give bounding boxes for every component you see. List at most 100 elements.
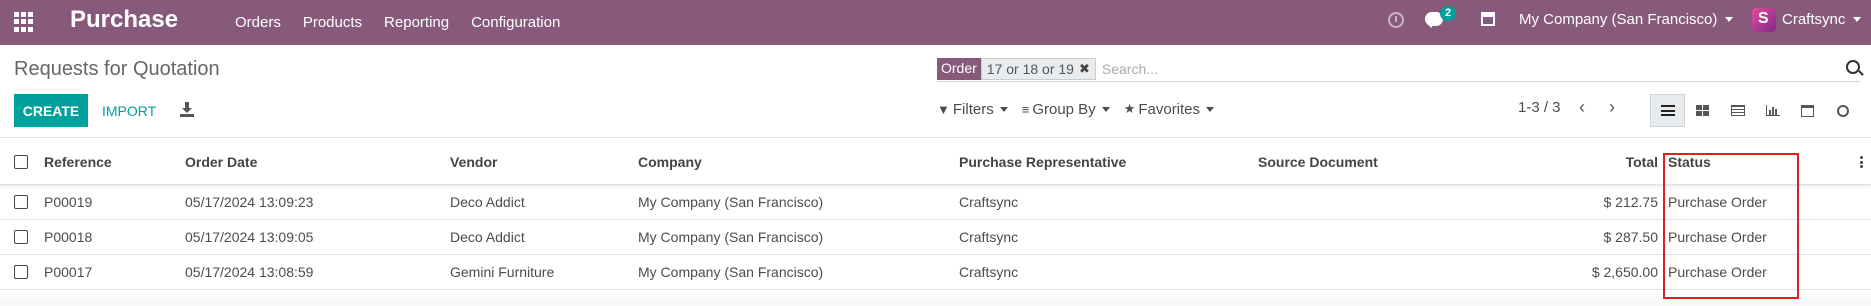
cell-status: Purchase Order [1668, 229, 1767, 245]
company-switcher[interactable]: My Company (San Francisco) [1519, 0, 1734, 39]
search-icon[interactable] [1846, 60, 1860, 74]
facet-value-text: 17 or 18 or 19 [986, 60, 1074, 77]
search-bar: Order 17 or 18 or 19 ✖ [937, 56, 1860, 82]
column-reference[interactable]: Reference [44, 139, 112, 184]
cell-total: $ 212.75 [1603, 194, 1659, 210]
pager-next-icon[interactable]: › [1609, 98, 1623, 116]
table-row[interactable]: P00017 05/17/2024 13:08:59 Gemini Furnit… [0, 255, 1871, 290]
column-source-document[interactable]: Source Document [1258, 139, 1378, 184]
activity-view-button[interactable] [1825, 94, 1860, 127]
cell-company: My Company (San Francisco) [638, 194, 824, 210]
cell-vendor: Deco Addict [450, 229, 525, 245]
breadcrumb: Requests for Quotation [14, 58, 220, 80]
bars-icon: ≡ [1021, 101, 1030, 117]
company-name: My Company (San Francisco) [1519, 11, 1718, 28]
table-row[interactable]: P00019 05/17/2024 13:09:23 Deco Addict M… [0, 185, 1871, 220]
view-switcher [1650, 94, 1860, 127]
groupby-label: Group By [1032, 100, 1096, 118]
top-navbar: Purchase Orders Products Reporting Confi… [0, 0, 1871, 45]
user-name: Craftsync [1782, 11, 1846, 28]
row-checkbox[interactable] [14, 230, 28, 244]
caret-down-icon [1853, 17, 1862, 22]
activity-clock-icon[interactable] [1388, 12, 1404, 28]
search-input[interactable] [1101, 60, 1802, 77]
pager-value[interactable]: 1-3 / 3 [1518, 99, 1561, 116]
control-panel: Requests for Quotation CREATE IMPORT Ord… [0, 45, 1871, 138]
cell-order-date: 05/17/2024 13:09:05 [185, 229, 314, 245]
download-icon[interactable] [180, 102, 194, 118]
cell-company: My Company (San Francisco) [638, 229, 824, 245]
favorites-label: Favorites [1138, 100, 1201, 118]
filters-dropdown[interactable]: ▼ Filters [937, 101, 1008, 118]
pivot-view-button[interactable] [1720, 94, 1755, 127]
row-checkbox[interactable] [14, 265, 28, 279]
apps-menu-icon[interactable] [14, 12, 34, 32]
column-company[interactable]: Company [638, 139, 702, 184]
cell-vendor: Gemini Furniture [450, 264, 555, 280]
column-purchase-rep[interactable]: Purchase Representative [959, 139, 1126, 184]
facet-value: 17 or 18 or 19 ✖ [980, 57, 1096, 80]
table-row[interactable]: P00018 05/17/2024 13:09:05 Deco Addict M… [0, 220, 1871, 255]
import-button[interactable]: IMPORT [94, 94, 164, 127]
cell-order-date: 05/17/2024 13:09:23 [185, 194, 314, 210]
cell-reference: P00019 [44, 194, 93, 210]
record-list: Reference Order Date Vendor Company Purc… [0, 139, 1871, 290]
cell-reference: P00018 [44, 229, 93, 245]
column-status[interactable]: Status [1668, 139, 1711, 184]
cell-reference: P00017 [44, 264, 93, 280]
pager-previous-icon[interactable]: ‹ [1579, 98, 1593, 116]
calendar-view-button[interactable] [1790, 94, 1825, 127]
favorites-dropdown[interactable]: ★ Favorites [1123, 100, 1215, 118]
column-total[interactable]: Total [1626, 139, 1658, 184]
graph-view-button[interactable] [1755, 94, 1790, 127]
star-icon: ★ [1123, 101, 1136, 116]
column-order-date[interactable]: Order Date [185, 139, 257, 184]
remove-facet-icon[interactable]: ✖ [1079, 61, 1090, 77]
search-facet: Order 17 or 18 or 19 ✖ [937, 57, 1096, 80]
app-name: Purchase [70, 6, 179, 33]
gift-icon[interactable] [1481, 12, 1495, 26]
row-checkbox[interactable] [14, 195, 28, 209]
list-view-button[interactable] [1650, 94, 1685, 127]
filters-label: Filters [952, 100, 994, 118]
menu-item-products[interactable]: Products [303, 14, 362, 31]
caret-down-icon [1725, 17, 1734, 22]
search-options: ▼ Filters ≡ Group By ★ Favorites [937, 98, 1228, 120]
menu-item-orders[interactable]: Orders [235, 14, 281, 31]
avatar [1752, 7, 1776, 32]
cell-order-date: 05/17/2024 13:08:59 [185, 264, 314, 280]
cell-status: Purchase Order [1668, 194, 1767, 210]
cell-total: $ 287.50 [1603, 229, 1659, 245]
list-icon [1660, 105, 1675, 116]
caret-down-icon [1206, 106, 1215, 112]
kanban-view-button[interactable] [1685, 94, 1720, 127]
facet-label: Order [937, 57, 981, 80]
calendar-icon [1801, 104, 1814, 117]
cell-purchase-rep: Craftsync [959, 264, 1019, 280]
kanban-icon [1696, 105, 1709, 116]
cell-company: My Company (San Francisco) [638, 264, 824, 280]
list-footer [0, 297, 1871, 306]
cell-total: $ 2,650.00 [1591, 264, 1658, 280]
clock-icon [1836, 104, 1849, 117]
cell-purchase-rep: Craftsync [959, 229, 1019, 245]
main-menu: Orders Products Reporting Configuration [235, 0, 582, 45]
bar-chart-icon [1765, 105, 1780, 116]
select-all-checkbox[interactable] [14, 154, 28, 169]
create-button[interactable]: CREATE [14, 94, 88, 127]
cell-status: Purchase Order [1668, 264, 1767, 280]
caret-down-icon [1101, 106, 1110, 112]
optional-columns-icon[interactable] [1860, 156, 1863, 168]
user-menu[interactable]: Craftsync [1752, 0, 1862, 39]
groupby-dropdown[interactable]: ≡ Group By [1022, 101, 1110, 118]
cell-purchase-rep: Craftsync [959, 194, 1019, 210]
table-icon [1730, 105, 1745, 116]
table-header: Reference Order Date Vendor Company Purc… [0, 139, 1871, 185]
messages-badge: 2 [1440, 6, 1457, 21]
menu-item-reporting[interactable]: Reporting [384, 14, 449, 31]
cell-vendor: Deco Addict [450, 194, 525, 210]
column-vendor[interactable]: Vendor [450, 139, 497, 184]
caret-down-icon [999, 106, 1008, 112]
menu-item-configuration[interactable]: Configuration [471, 14, 560, 31]
filter-icon: ▼ [937, 101, 950, 117]
